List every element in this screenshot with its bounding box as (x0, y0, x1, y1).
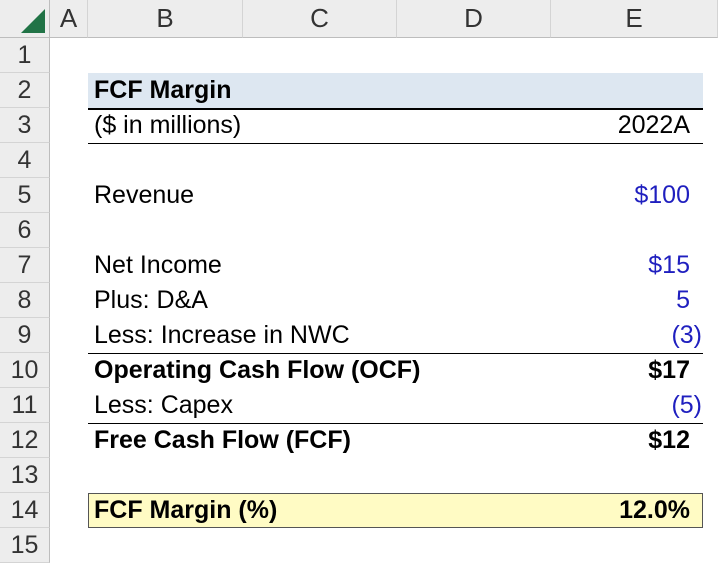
da-value[interactable]: 5 (676, 283, 690, 318)
ocf-value[interactable]: $17 (648, 353, 690, 388)
row-header-5[interactable]: 5 (0, 178, 50, 213)
revenue-value[interactable]: $100 (634, 178, 690, 213)
nwc-label[interactable]: Less: Increase in NWC (94, 318, 350, 353)
row-header-10[interactable]: 10 (0, 353, 50, 388)
column-header-c[interactable]: C (243, 0, 397, 38)
column-header-b[interactable]: B (88, 0, 243, 38)
fcf-label[interactable]: Free Cash Flow (FCF) (94, 423, 351, 458)
fcf-margin-value[interactable]: 12.0% (619, 493, 690, 528)
row-header-3[interactable]: 3 (0, 108, 50, 143)
net-income-label[interactable]: Net Income (94, 248, 222, 283)
select-all-corner[interactable] (0, 0, 50, 38)
select-all-triangle-icon (21, 9, 45, 33)
net-income-value[interactable]: $15 (648, 248, 690, 283)
spreadsheet-grid: A B C D E 1 2 3 4 5 6 7 8 9 10 11 12 13 … (0, 0, 718, 570)
table-title[interactable]: FCF Margin (94, 73, 232, 108)
fcf-margin-label[interactable]: FCF Margin (%) (94, 493, 277, 528)
revenue-label[interactable]: Revenue (94, 178, 194, 213)
units-label[interactable]: ($ in millions) (94, 108, 241, 143)
capex-value[interactable]: (5) (671, 388, 702, 423)
nwc-value[interactable]: (3) (671, 318, 702, 353)
row-header-4[interactable]: 4 (0, 143, 50, 178)
row-header-12[interactable]: 12 (0, 423, 50, 458)
row-header-13[interactable]: 13 (0, 458, 50, 493)
period-header[interactable]: 2022A (618, 108, 690, 143)
column-header-d[interactable]: D (397, 0, 551, 38)
row-header-11[interactable]: 11 (0, 388, 50, 423)
column-header-e[interactable]: E (551, 0, 718, 38)
row-header-9[interactable]: 9 (0, 318, 50, 353)
header-divider (88, 142, 703, 144)
row-header-6[interactable]: 6 (0, 213, 50, 248)
da-label[interactable]: Plus: D&A (94, 283, 208, 318)
row-header-14[interactable]: 14 (0, 493, 50, 528)
ocf-label[interactable]: Operating Cash Flow (OCF) (94, 353, 420, 388)
column-header-a[interactable]: A (50, 0, 88, 38)
row-header-2[interactable]: 2 (0, 73, 50, 108)
row-header-15[interactable]: 15 (0, 528, 50, 563)
row-header-7[interactable]: 7 (0, 248, 50, 283)
row-header-8[interactable]: 8 (0, 283, 50, 318)
fcf-value[interactable]: $12 (648, 423, 690, 458)
row-header-1[interactable]: 1 (0, 38, 50, 73)
capex-label[interactable]: Less: Capex (94, 388, 233, 423)
